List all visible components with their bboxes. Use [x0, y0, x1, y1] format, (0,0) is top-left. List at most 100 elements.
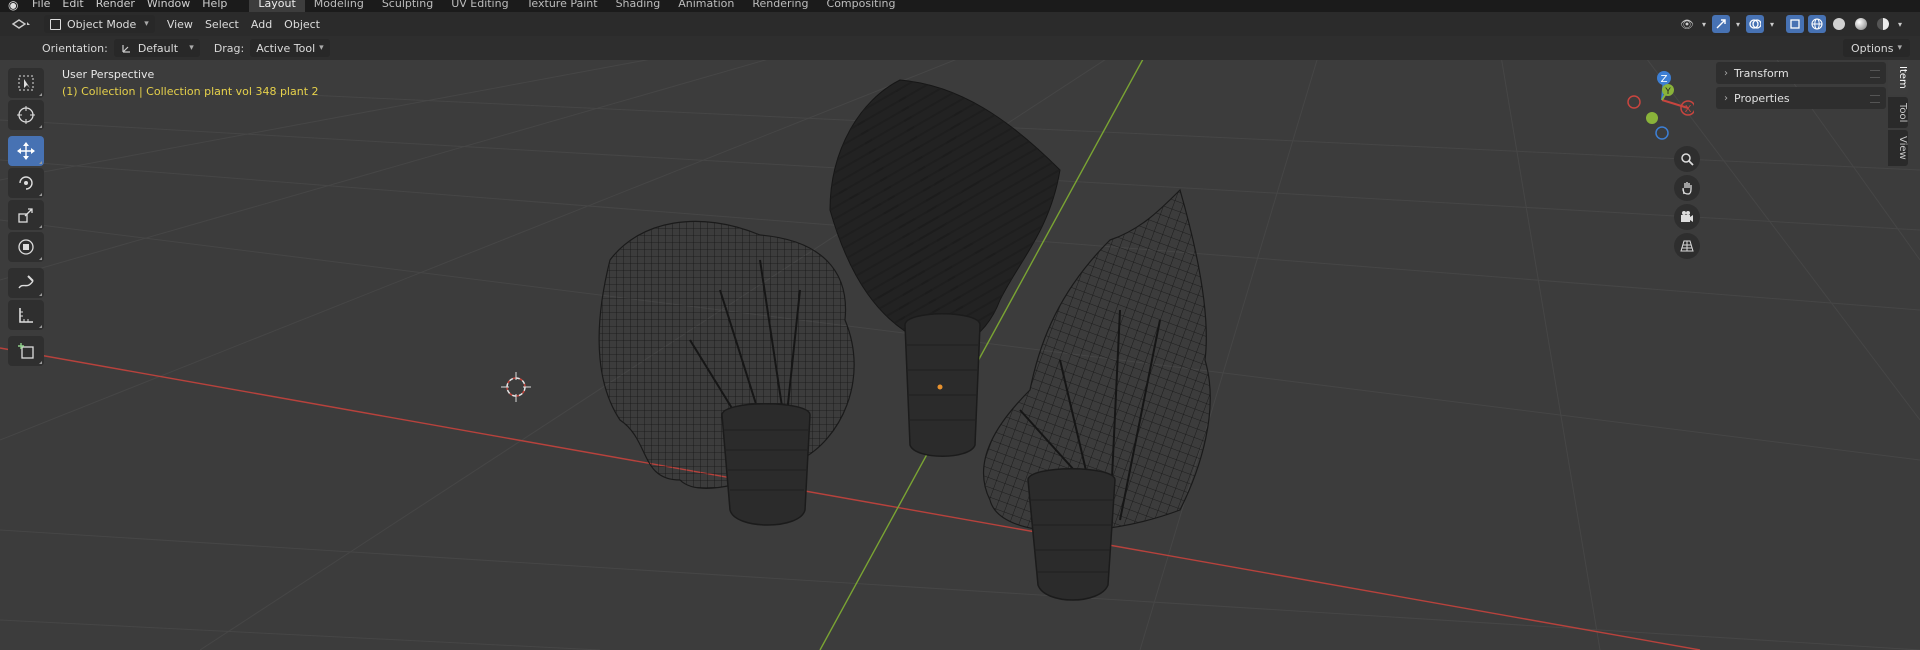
visibility-eye-icon[interactable]: 👁 [1678, 15, 1696, 33]
menu-render[interactable]: Render [96, 0, 135, 10]
menu-edit[interactable]: Edit [62, 0, 83, 10]
properties-panel-header[interactable]: › Properties [1716, 87, 1886, 109]
cursor-tool[interactable] [8, 100, 44, 130]
add-cube-tool[interactable] [8, 336, 44, 366]
tab-rendering[interactable]: Rendering [743, 0, 817, 12]
object-mode-icon [50, 18, 61, 30]
drag-label: Drag: [213, 41, 245, 55]
perspective-toggle-button[interactable] [1674, 233, 1700, 259]
move-tool[interactable] [8, 136, 44, 166]
overlays-toggle-icon[interactable] [1746, 15, 1764, 33]
y-axis-label: Y [1664, 87, 1671, 97]
orientation-value: Default [137, 41, 179, 55]
tool-settings-bar: Orientation: Default ▾ Drag: Active Tool… [0, 36, 1920, 60]
collection-label: (1) Collection | Collection plant vol 34… [62, 85, 319, 98]
tab-view[interactable]: View [1888, 130, 1908, 166]
rendered-shading-icon[interactable] [1874, 15, 1892, 33]
tab-uv-editing[interactable]: UV Editing [442, 0, 517, 12]
editor-type-icon [11, 19, 30, 29]
menu-select[interactable]: Select [205, 18, 239, 31]
viewport-header-right: 👁 ▾ ▾ ▾ ▾ [1678, 15, 1904, 33]
viewport-scene[interactable] [0, 60, 1920, 650]
perspective-label: User Perspective [62, 68, 155, 81]
move-arrows-icon [17, 142, 35, 160]
chevron-right-icon: › [1724, 92, 1728, 104]
menu-window[interactable]: Window [147, 0, 190, 10]
menu-help[interactable]: Help [202, 0, 227, 10]
orientation-dropdown[interactable]: Default ▾ [113, 39, 200, 57]
transform-icon [18, 239, 34, 255]
menu-view[interactable]: View [167, 18, 193, 31]
menu-object[interactable]: Object [284, 18, 320, 31]
drag-dropdown[interactable]: Active Tool ▾ [250, 39, 330, 57]
transform-panel-header[interactable]: › Transform [1716, 62, 1886, 84]
z-axis-label: Z [1661, 74, 1668, 85]
sidebar-panel: › Transform › Properties [1716, 60, 1886, 112]
cursor-icon [17, 106, 35, 124]
plant-left[interactable] [598, 220, 855, 526]
tab-animation[interactable]: Animation [669, 0, 743, 12]
tab-compositing[interactable]: Compositing [818, 0, 905, 12]
tab-tool[interactable]: Tool [1888, 96, 1908, 129]
navigation-buttons [1674, 146, 1702, 262]
drag-value: Active Tool [256, 41, 316, 55]
3d-viewport[interactable]: User Perspective (1) Collection | Collec… [0, 60, 1920, 650]
negative-y-handle[interactable] [1646, 112, 1658, 124]
measure-tool[interactable] [8, 300, 44, 330]
select-box-tool[interactable] [8, 68, 44, 98]
tab-sculpting[interactable]: Sculpting [373, 0, 442, 12]
tab-texture-paint[interactable]: Texture Paint [518, 0, 607, 12]
menu-add[interactable]: Add [251, 18, 272, 31]
solid-shading-icon[interactable] [1830, 15, 1848, 33]
viewport-header: Object Mode ▾ View Select Add Object 👁 ▾… [0, 12, 1920, 36]
rotate-icon [19, 176, 33, 190]
gizmo-toggle-icon[interactable] [1712, 15, 1730, 33]
transform-tool[interactable] [8, 232, 44, 262]
wireframe-shading-icon[interactable] [1808, 15, 1826, 33]
scale-tool[interactable] [8, 200, 44, 230]
viewport-info: User Perspective (1) Collection | Collec… [62, 68, 319, 98]
editor-type-button[interactable] [10, 15, 38, 33]
material-shading-icon[interactable] [1852, 15, 1870, 33]
options-label: Options [1851, 41, 1894, 55]
xray-toggle-icon[interactable] [1786, 15, 1804, 33]
zoom-magnifier-icon [1681, 153, 1694, 166]
navigation-gizmo[interactable]: Z Y X [1622, 70, 1694, 142]
chevron-down-icon: ▾ [1897, 43, 1902, 53]
top-menu-bar: ◉ File Edit Render Window Help Layout Mo… [0, 0, 1920, 12]
tab-item[interactable]: Item [1888, 60, 1908, 95]
blender-logo-icon[interactable]: ◉ [8, 0, 22, 12]
tab-modeling[interactable]: Modeling [305, 0, 373, 12]
tab-shading[interactable]: Shading [607, 0, 670, 12]
negative-z-handle[interactable] [1655, 126, 1669, 140]
3d-cursor-icon[interactable] [501, 372, 531, 402]
tab-layout[interactable]: Layout [249, 0, 305, 12]
chevron-down-icon[interactable]: ▾ [1700, 15, 1708, 33]
chevron-down-icon[interactable]: ▾ [1896, 15, 1904, 33]
properties-panel-title: Properties [1734, 91, 1790, 105]
camera-icon [1681, 211, 1693, 222]
chevron-down-icon[interactable]: ▾ [1734, 15, 1742, 33]
chevron-down-icon: ▾ [144, 19, 149, 29]
x-axis-label: X [1685, 104, 1692, 115]
chevron-down-icon: ▾ [189, 43, 194, 53]
drag-grip-icon[interactable] [1870, 95, 1880, 103]
drag-grip-icon[interactable] [1870, 70, 1880, 78]
object-mode-label: Object Mode [67, 17, 137, 31]
camera-view-button[interactable] [1674, 204, 1700, 230]
left-toolbar [8, 68, 44, 368]
transform-panel-title: Transform [1734, 66, 1789, 80]
options-dropdown[interactable]: Options ▾ [1843, 39, 1910, 57]
sidebar-tabs: Item Tool View [1888, 60, 1910, 168]
negative-x-handle[interactable] [1627, 95, 1641, 109]
annotate-tool[interactable] [8, 268, 44, 298]
zoom-button[interactable] [1674, 146, 1700, 172]
object-mode-dropdown[interactable]: Object Mode ▾ [44, 15, 155, 33]
add-cube-icon [18, 343, 34, 359]
chevron-right-icon: › [1724, 67, 1728, 79]
chevron-down-icon[interactable]: ▾ [1768, 15, 1776, 33]
rotate-tool[interactable] [8, 168, 44, 198]
menu-file[interactable]: File [32, 0, 50, 10]
pan-button[interactable] [1674, 175, 1700, 201]
orientation-axes-icon [122, 45, 130, 53]
